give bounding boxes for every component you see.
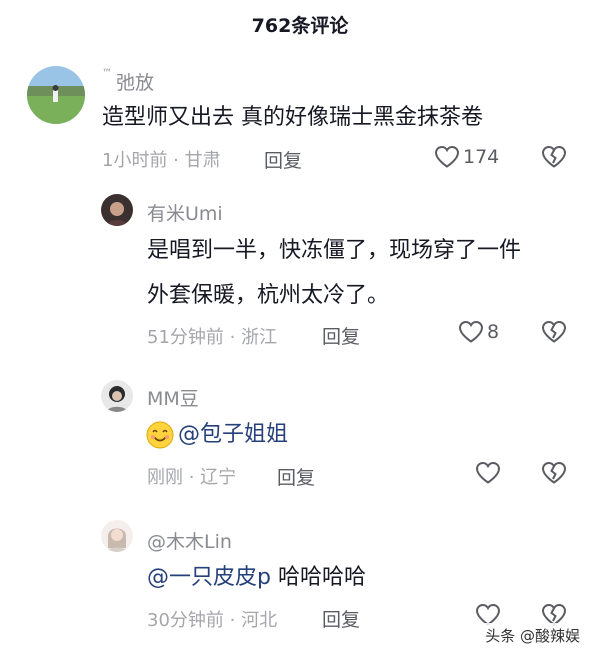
broken-heart-icon [541, 145, 567, 169]
mention-link[interactable]: @一只皮皮p [147, 565, 271, 590]
like-button[interactable]: 174 [434, 145, 499, 169]
source-watermark: 头条 @酸辣娱 [479, 623, 586, 648]
comment-text: 是唱到一半，快冻僵了，现场穿了一件 [147, 238, 522, 263]
reply-button[interactable]: 回复 [322, 322, 360, 349]
smiling-face-emoji [145, 420, 175, 454]
comment-text: @一只皮皮p 哈哈哈哈 [147, 565, 366, 590]
comment-author[interactable]: MM豆 [147, 384, 199, 411]
comments-header: 762条评论 [0, 0, 600, 48]
like-count: 8 [487, 321, 500, 343]
like-button[interactable] [475, 461, 501, 485]
like-button[interactable]: 8 [458, 320, 499, 344]
comment-author[interactable]: @木木Lin [147, 527, 232, 554]
comment-author[interactable]: 有米Umi [147, 199, 223, 226]
reply-button[interactable]: 回复 [322, 605, 360, 632]
comment-meta: 1小时前 · 甘肃 [102, 150, 221, 171]
heart-outline-icon [458, 320, 484, 344]
heart-outline-icon [434, 145, 460, 169]
reply-button[interactable]: 回复 [277, 463, 315, 490]
broken-heart-icon [541, 461, 567, 485]
author-prefix: ™ [102, 68, 112, 79]
comment-meta: 51分钟前 · 浙江 [147, 327, 278, 348]
comment-meta: 刚刚 · 辽宁 [147, 467, 237, 488]
avatar[interactable] [101, 194, 133, 226]
reply-button[interactable]: 回复 [264, 146, 302, 173]
comment-count-title: 762条评论 [251, 14, 349, 37]
comment-author[interactable]: ™ 弛放 [102, 68, 154, 95]
heart-outline-icon [475, 461, 501, 485]
avatar[interactable] [101, 380, 133, 412]
mention-link[interactable]: @包子姐姐 [178, 422, 288, 447]
broken-heart-icon [541, 320, 567, 344]
dislike-button[interactable] [541, 145, 567, 169]
avatar[interactable] [101, 520, 133, 552]
comment-text: 造型师又出去 真的好像瑞士黑金抹茶卷 [102, 105, 483, 130]
dislike-button[interactable] [541, 461, 567, 485]
avatar[interactable] [27, 66, 85, 124]
like-count: 174 [463, 146, 500, 168]
comment-meta: 30分钟前 · 河北 [147, 610, 278, 631]
comment-text: @包子姐姐 [178, 415, 288, 455]
dislike-button[interactable] [541, 320, 567, 344]
comment-text: 外套保暖，杭州太冷了。 [147, 283, 390, 308]
